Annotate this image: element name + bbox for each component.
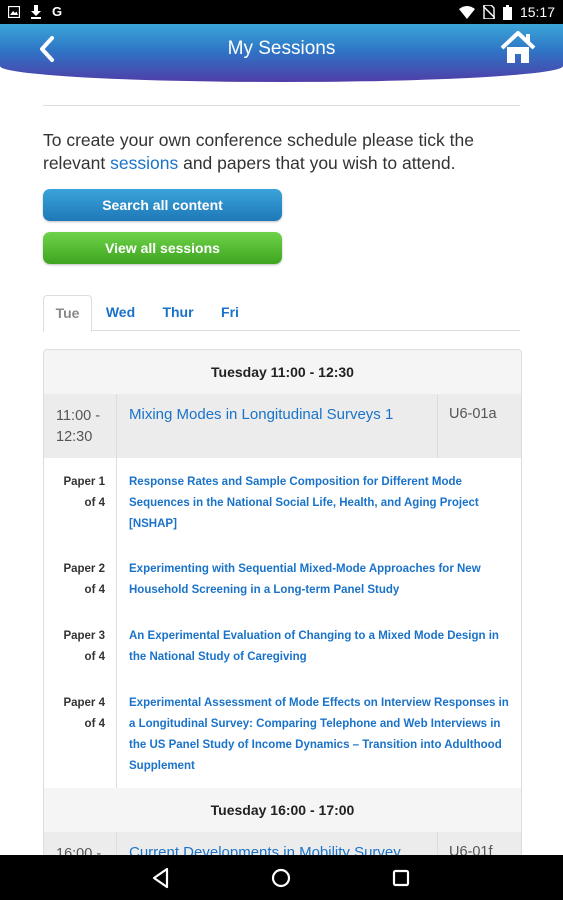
paper-title-link[interactable]: Experimental Assessment of Mode Effects … [129, 693, 511, 777]
google-icon: G [52, 4, 63, 19]
no-sim-icon [482, 5, 495, 19]
app-header: My Sessions [0, 24, 563, 82]
paper-number: Paper 3 of 4 [52, 626, 105, 668]
schedule-table: Tuesday 11:00 - 12:30 11:00 - 12:30 Mixin… [43, 349, 522, 871]
paper-number: Paper 4 of 4 [52, 693, 105, 735]
view-all-sessions-button[interactable]: View all sessions [43, 232, 282, 264]
day-tabs: Tue Wed Thur Fri [43, 295, 520, 332]
header-divider [43, 105, 520, 106]
navigation-bar [0, 855, 563, 900]
tab-thur[interactable]: Thur [153, 295, 203, 330]
status-bar: G 15:17 [0, 0, 563, 24]
session-title-link[interactable]: Mixing Modes in Longitudinal Surveys 1 [129, 406, 393, 423]
column-divider [116, 679, 117, 788]
paper-number-total: of 4 [84, 651, 105, 663]
paper-number-total: of 4 [84, 718, 105, 730]
time-slot-header: Tuesday 16:00 - 17:00 [44, 788, 521, 833]
session-row: 11:00 - 12:30 Mixing Modes in Longitudina… [44, 394, 521, 459]
paper-number: Paper 2 of 4 [52, 559, 105, 601]
column-divider [437, 394, 438, 458]
column-divider [116, 545, 117, 612]
time-slot-header: Tuesday 11:00 - 12:30 [44, 350, 521, 395]
intro-text-end: and papers that you wish to attend. [178, 153, 456, 173]
status-time: 15:17 [519, 4, 555, 20]
session-time-start: 11:00 - [56, 408, 101, 424]
paper-row: Paper 3 of 4 An Experimental Evaluation o… [44, 612, 521, 680]
column-divider [116, 458, 117, 545]
paper-number-label: Paper 4 [63, 697, 105, 709]
session-room: U6-01a [449, 406, 497, 422]
home-icon[interactable] [499, 30, 537, 66]
column-divider [116, 394, 117, 458]
paper-row: Paper 1 of 4 Response Rates and Sample Co… [44, 458, 521, 546]
paper-title-link[interactable]: Response Rates and Sample Composition fo… [129, 472, 511, 535]
paper-row: Paper 2 of 4 Experimenting with Sequentia… [44, 545, 521, 613]
session-time-end: 12:30 [56, 429, 93, 445]
sessions-link[interactable]: sessions [110, 153, 178, 173]
page-title: My Sessions [227, 38, 336, 59]
paper-number: Paper 1 of 4 [52, 472, 105, 514]
paper-number-total: of 4 [84, 584, 105, 596]
recents-icon[interactable] [388, 865, 414, 891]
tab-fri[interactable]: Fri [211, 295, 249, 330]
tab-wed[interactable]: Wed [97, 295, 144, 330]
search-all-content-button[interactable]: Search all content [43, 189, 282, 221]
paper-number-label: Paper 3 [63, 630, 105, 642]
battery-icon [502, 4, 512, 20]
column-divider [116, 612, 117, 679]
image-icon [8, 6, 20, 18]
paper-number-label: Paper 2 [63, 563, 105, 575]
download-icon [31, 5, 41, 19]
paper-title-link[interactable]: Experimenting with Sequential Mixed-Mode… [129, 559, 511, 601]
wifi-icon [458, 5, 475, 19]
paper-number-total: of 4 [84, 497, 105, 509]
intro-text: To create your own conference schedule p… [43, 129, 523, 175]
tab-tue[interactable]: Tue [43, 295, 92, 332]
session-time: 11:00 - 12:30 [56, 406, 116, 448]
paper-title-link[interactable]: An Experimental Evaluation of Changing t… [129, 626, 511, 668]
paper-row: Paper 4 of 4 Experimental Assessment of M… [44, 679, 521, 789]
paper-number-label: Paper 1 [63, 476, 105, 488]
back-icon[interactable] [148, 865, 174, 891]
home-circle-icon[interactable] [268, 865, 294, 891]
